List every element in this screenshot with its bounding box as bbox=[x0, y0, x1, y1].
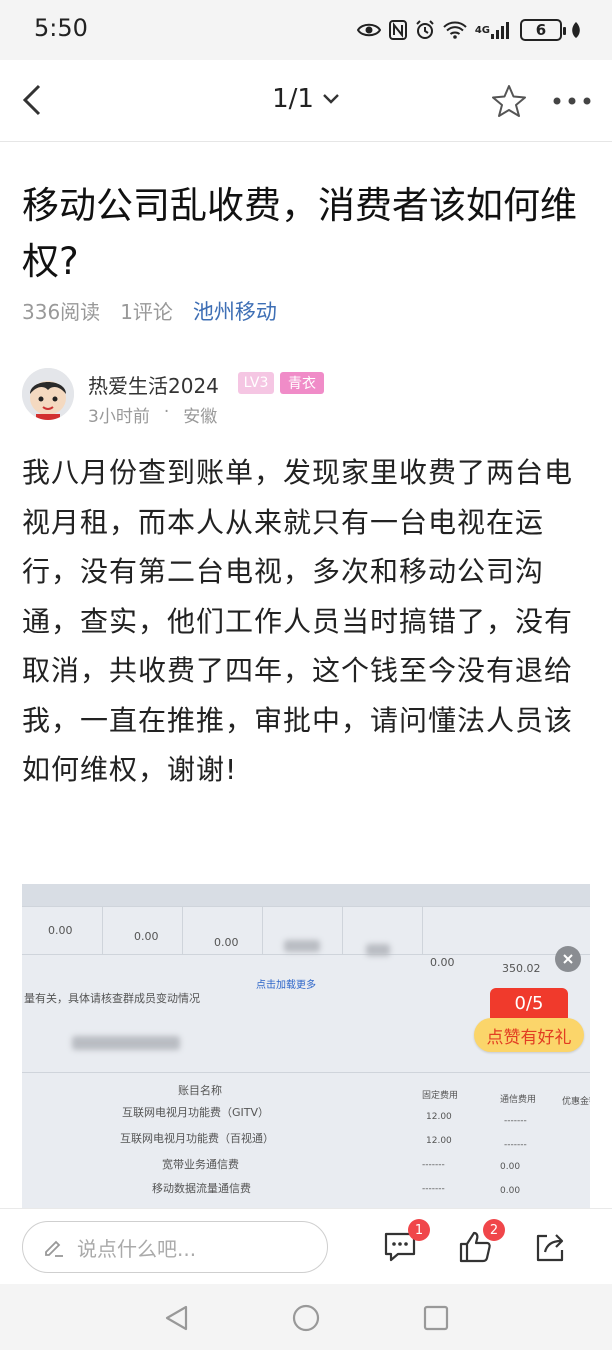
image-row-fixed: 12.00 bbox=[426, 1136, 452, 1146]
image-row-name: 互联网电视月功能费（百视通） bbox=[120, 1132, 274, 1145]
avatar[interactable] bbox=[22, 368, 74, 420]
gift-progress: 0/5 bbox=[490, 988, 568, 1018]
nfc-icon bbox=[388, 20, 407, 40]
gift-label: 点赞有好礼 bbox=[474, 1018, 584, 1052]
star-icon bbox=[492, 85, 526, 117]
like-button[interactable]: 2 bbox=[455, 1219, 505, 1267]
image-row-fixed: ------- bbox=[422, 1184, 445, 1194]
like-gift-widget[interactable]: 0/5 点赞有好礼 bbox=[474, 988, 584, 1054]
image-load-more: 点击加载更多 bbox=[256, 980, 316, 991]
share-button[interactable] bbox=[530, 1227, 570, 1267]
top-nav-bar: 1/1 bbox=[0, 60, 612, 142]
article-meta: 336阅读 1评论 池州移动 bbox=[22, 296, 277, 326]
image-cell: 350.02 bbox=[502, 962, 541, 975]
image-cell: 0.00 bbox=[48, 924, 73, 937]
image-table-header-strip bbox=[22, 884, 590, 906]
author-subline: 3小时前 · 安徽 bbox=[88, 402, 217, 427]
network-type: 4G bbox=[474, 24, 490, 36]
image-row-name: 宽带业务通信费 bbox=[162, 1158, 239, 1171]
image-grid-line bbox=[22, 954, 590, 955]
pencil-icon bbox=[45, 1240, 63, 1257]
image-row-name: 互联网电视月功能费（GITV） bbox=[122, 1106, 270, 1119]
bottom-action-bar: 说点什么吧... 1 2 bbox=[0, 1208, 612, 1284]
image-cell: 0.00 bbox=[214, 936, 239, 949]
chevron-down-icon bbox=[323, 94, 339, 104]
eye-icon bbox=[356, 21, 381, 39]
image-col-header: 固定费用 bbox=[422, 1091, 459, 1101]
status-time: 5:50 bbox=[34, 14, 88, 42]
article-body: 我八月份查到账单，发现家里收费了两台电视月租，而本人从来就只有一台电视在运行，没… bbox=[22, 456, 574, 786]
close-icon bbox=[563, 954, 573, 964]
battery-icon: 6 bbox=[520, 19, 566, 41]
image-cell: 0.00 bbox=[134, 930, 159, 943]
likes-badge: 2 bbox=[483, 1219, 505, 1241]
close-gift-button[interactable] bbox=[555, 946, 581, 972]
more-dots-icon bbox=[553, 97, 591, 105]
image-row-fixed: ------- bbox=[422, 1160, 445, 1170]
leaf-icon bbox=[570, 21, 582, 39]
image-col-header: 优惠金额 bbox=[562, 1097, 590, 1107]
image-grid-line bbox=[22, 1072, 590, 1073]
comments-button[interactable]: 1 bbox=[380, 1219, 430, 1267]
image-grid-line bbox=[22, 906, 590, 907]
image-note: 量有关，具体请核查群成员变动情况 bbox=[24, 992, 200, 1005]
comment-input[interactable]: 说点什么吧... bbox=[22, 1221, 328, 1273]
image-grid-line bbox=[342, 906, 343, 954]
square-recents-icon bbox=[423, 1305, 449, 1331]
alarm-icon bbox=[415, 20, 435, 40]
system-navigation-bar bbox=[0, 1284, 612, 1350]
image-col-header: 通信费用 bbox=[500, 1095, 537, 1105]
post-location: 安徽 bbox=[183, 407, 218, 427]
read-count: 336阅读 bbox=[22, 300, 101, 324]
image-row-comm: ------- bbox=[504, 1140, 527, 1150]
circle-home-icon bbox=[292, 1304, 320, 1332]
wifi-icon bbox=[443, 21, 467, 39]
article-title: 移动公司乱收费，消费者该如何维权? bbox=[22, 184, 577, 283]
avatar-image bbox=[22, 368, 74, 420]
image-row-comm: 0.00 bbox=[500, 1162, 521, 1172]
image-col-header: 账目名称 bbox=[178, 1084, 222, 1097]
image-row-comm: ------- bbox=[504, 1116, 527, 1126]
signal-icon: 4G bbox=[475, 20, 512, 40]
topic-link[interactable]: 池州移动 bbox=[193, 296, 277, 326]
image-cell: 0.00 bbox=[430, 956, 455, 969]
system-home-button[interactable] bbox=[290, 1302, 322, 1334]
author-name[interactable]: 热爱生活2024 bbox=[88, 370, 219, 399]
more-button[interactable] bbox=[550, 80, 594, 122]
author-info[interactable]: 热爱生活2024 LV3 青衣 3小时前 · 安徽 bbox=[22, 368, 592, 427]
system-recents-button[interactable] bbox=[420, 1302, 452, 1334]
rank-badge: 青衣 bbox=[280, 372, 324, 394]
image-grid-line bbox=[422, 906, 423, 954]
post-time: 3小时前 bbox=[88, 407, 150, 427]
triangle-back-icon bbox=[165, 1305, 188, 1331]
image-blurred-value bbox=[366, 944, 390, 956]
comments-badge: 1 bbox=[408, 1219, 430, 1241]
image-row-name: 移动数据流量通信费 bbox=[152, 1182, 251, 1195]
system-back-button[interactable] bbox=[160, 1302, 192, 1334]
share-icon bbox=[536, 1234, 564, 1262]
comment-count: 1评论 bbox=[120, 300, 173, 324]
comment-placeholder: 说点什么吧... bbox=[77, 1236, 197, 1261]
status-icons: 4G 6 bbox=[356, 14, 582, 46]
image-blurred-value bbox=[284, 940, 320, 952]
level-badge: LV3 bbox=[238, 372, 274, 394]
status-bar: 5:50 4G 6 bbox=[0, 0, 612, 60]
image-grid-line bbox=[262, 906, 263, 954]
image-row-fixed: 12.00 bbox=[426, 1112, 452, 1122]
image-grid-line bbox=[102, 906, 103, 954]
image-grid-line bbox=[182, 906, 183, 954]
image-blurred-value bbox=[72, 1036, 180, 1050]
separator-dot: · bbox=[163, 402, 170, 422]
favorite-button[interactable] bbox=[488, 80, 530, 122]
image-row-comm: 0.00 bbox=[500, 1186, 521, 1196]
page-indicator-label: 1/1 bbox=[272, 84, 314, 114]
